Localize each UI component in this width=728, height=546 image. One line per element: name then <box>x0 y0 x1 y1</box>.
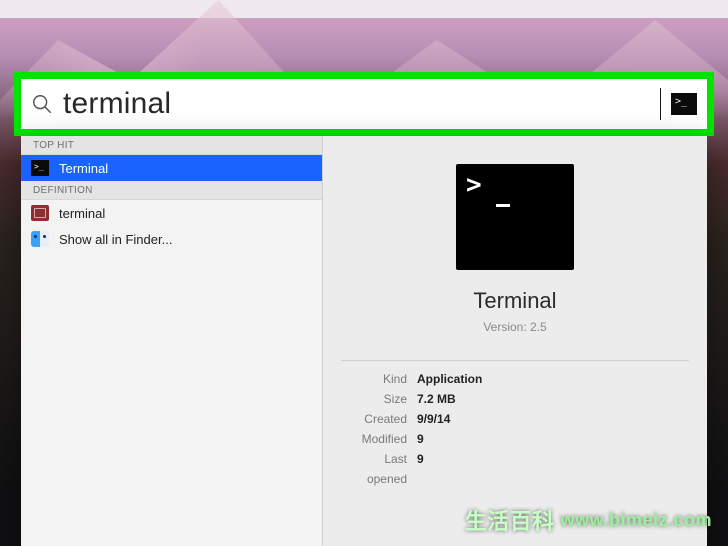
result-definition-terminal[interactable]: terminal <box>21 200 322 226</box>
result-label: Terminal <box>59 161 108 176</box>
results-list: TOP HIT Terminal DEFINITION terminal Sho… <box>21 136 323 546</box>
section-header-top-hit: TOP HIT <box>21 136 322 155</box>
meta-value-size: 7.2 MB <box>417 389 456 409</box>
terminal-cursor-glyph <box>496 204 510 207</box>
watermark-cn: 生活百科 <box>465 504 555 536</box>
text-cursor <box>660 88 661 120</box>
meta-value-created: 9/9/14 <box>417 409 450 429</box>
terminal-app-icon-large: > <box>456 164 574 270</box>
meta-row: Created 9/9/14 <box>341 409 689 429</box>
terminal-prompt-glyph: > <box>466 172 482 198</box>
preview-pane: > Terminal Version: 2.5 Kind Application… <box>323 136 707 546</box>
preview-app-name: Terminal <box>456 288 574 314</box>
meta-row: Size 7.2 MB <box>341 389 689 409</box>
terminal-app-icon <box>671 93 697 115</box>
desktop-background: TOP HIT Terminal DEFINITION terminal Sho… <box>0 0 728 546</box>
search-icon <box>31 93 53 115</box>
meta-value-last-opened: 9 <box>417 449 424 489</box>
watermark-url: www.bimeiz.com <box>561 510 712 531</box>
meta-row: Last opened 9 <box>341 449 689 489</box>
result-label: terminal <box>59 206 105 221</box>
spotlight-results-panel: TOP HIT Terminal DEFINITION terminal Sho… <box>21 136 707 546</box>
tutorial-highlight-box <box>14 72 714 136</box>
preview-version: Version: 2.5 <box>456 320 574 334</box>
result-show-all-in-finder[interactable]: Show all in Finder... <box>21 226 322 252</box>
result-label: Show all in Finder... <box>59 232 172 247</box>
finder-icon <box>31 231 49 247</box>
preview-content: > Terminal Version: 2.5 <box>456 136 574 334</box>
section-header-definition: DEFINITION <box>21 181 322 200</box>
meta-label-size: Size <box>341 389 417 409</box>
spotlight-search-input[interactable] <box>63 87 658 121</box>
meta-label-created: Created <box>341 409 417 429</box>
meta-row: Kind Application <box>341 369 689 389</box>
meta-label-kind: Kind <box>341 369 417 389</box>
preview-metadata: Kind Application Size 7.2 MB Created 9/9… <box>323 369 707 507</box>
meta-label-modified: Modified <box>341 429 417 449</box>
divider <box>341 360 689 361</box>
meta-value-kind: Application <box>417 369 482 389</box>
dictionary-icon <box>31 205 49 221</box>
meta-label-last-opened: Last opened <box>341 449 417 489</box>
meta-value-modified: 9 <box>417 429 424 449</box>
meta-row: Modified 9 <box>341 429 689 449</box>
source-watermark: 生活百科 www.bimeiz.com <box>465 504 712 536</box>
result-top-hit-terminal[interactable]: Terminal <box>21 155 322 181</box>
macos-menubar[interactable] <box>0 0 728 18</box>
terminal-app-icon <box>31 160 49 176</box>
spotlight-search-bar[interactable] <box>21 79 707 129</box>
